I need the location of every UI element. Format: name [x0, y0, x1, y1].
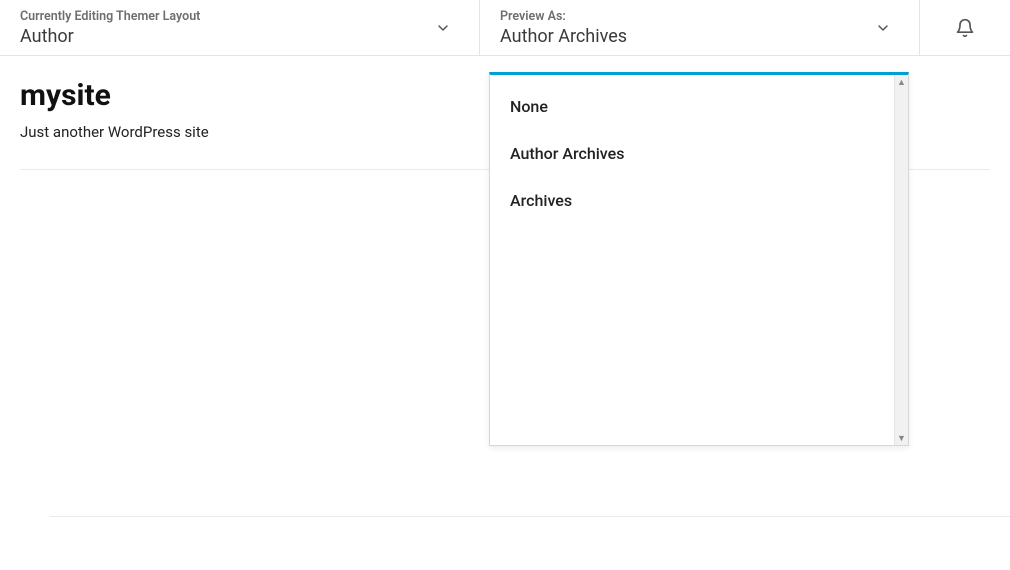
- top-bar: Currently Editing Themer Layout Author P…: [0, 0, 1010, 56]
- notifications-section: [920, 0, 1010, 55]
- footer-divider: [50, 516, 1010, 517]
- scrollbar[interactable]: ▲ ▼: [894, 75, 908, 445]
- preview-selector-label: Preview As:: [500, 9, 899, 25]
- bell-icon[interactable]: [955, 18, 975, 38]
- dropdown-option-none[interactable]: None: [490, 83, 894, 130]
- scrollbar-up-arrow-icon[interactable]: ▲: [895, 75, 908, 89]
- dropdown-items: None Author Archives Archives: [490, 75, 894, 445]
- preview-selector[interactable]: Preview As: Author Archives: [480, 0, 920, 55]
- preview-selector-value: Author Archives: [500, 25, 899, 48]
- layout-selector[interactable]: Currently Editing Themer Layout Author: [0, 0, 480, 55]
- layout-selector-label: Currently Editing Themer Layout: [20, 9, 459, 25]
- dropdown-option-author-archives[interactable]: Author Archives: [490, 130, 894, 177]
- preview-dropdown-panel: None Author Archives Archives ▲ ▼: [489, 72, 909, 446]
- scrollbar-down-arrow-icon[interactable]: ▼: [895, 431, 908, 445]
- dropdown-option-archives[interactable]: Archives: [490, 177, 894, 224]
- layout-selector-value: Author: [20, 25, 459, 48]
